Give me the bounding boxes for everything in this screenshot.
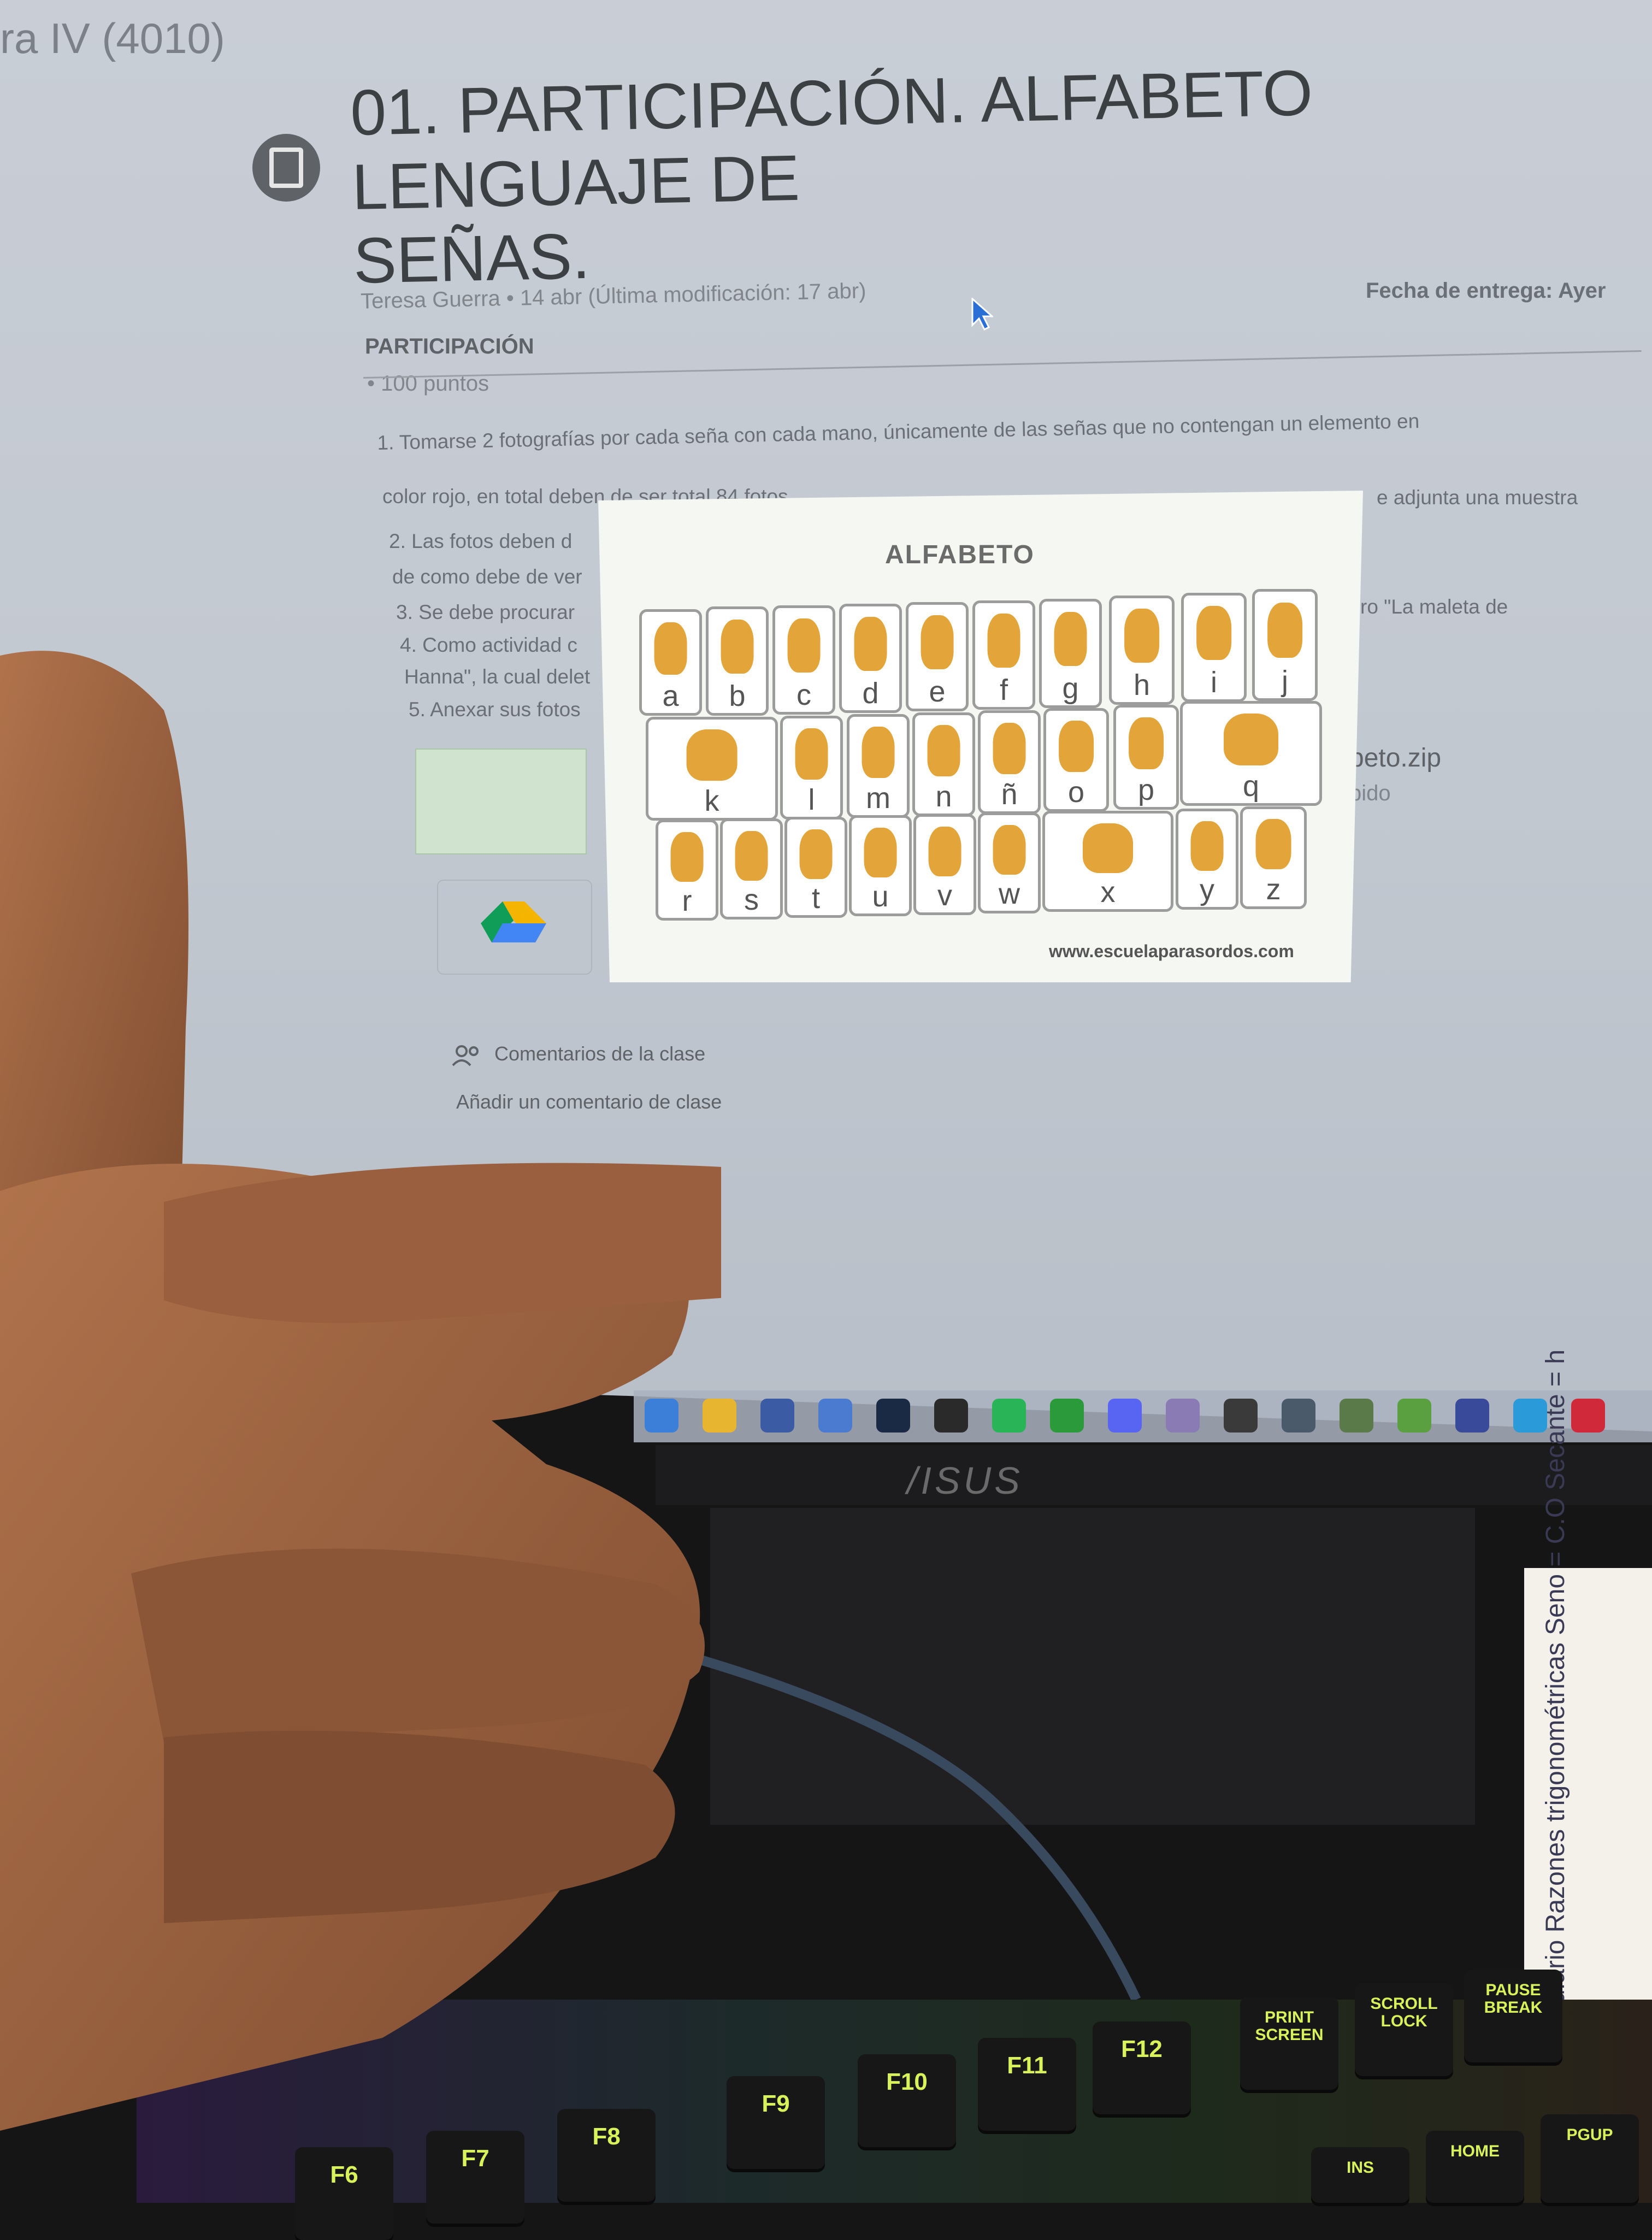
attachment-name[interactable]: beto.zip — [1349, 743, 1441, 773]
store-icon[interactable] — [818, 1399, 852, 1433]
discord-icon[interactable] — [1108, 1399, 1142, 1433]
key-f11[interactable]: F11 — [978, 2038, 1076, 2131]
sign-letter: q — [1242, 770, 1260, 803]
key-scroll-lock[interactable]: SCROLL LOCK — [1355, 1983, 1453, 2076]
more-options-icon[interactable]: ⋮ — [1633, 109, 1652, 167]
sign-letter: z — [1266, 873, 1281, 906]
sign-card-enye: ñ — [978, 710, 1041, 814]
sign-card-g: g — [1039, 599, 1102, 708]
key-page-up[interactable]: PGUP — [1541, 2114, 1639, 2203]
sign-letter: l — [808, 783, 815, 816]
monitor-app-icon[interactable] — [1340, 1399, 1373, 1433]
chart-website: www.escuelaparasordos.com — [1049, 941, 1294, 961]
sign-card-j: j — [1252, 589, 1318, 701]
sign-card-y: y — [1176, 809, 1238, 910]
logitech-icon[interactable] — [1224, 1399, 1258, 1433]
sign-card-x: x — [1042, 811, 1173, 912]
instruction-line: 3. Se debe procurar — [396, 601, 575, 623]
steam-icon[interactable] — [876, 1399, 910, 1433]
chart-title: ALFABETO — [885, 540, 1035, 569]
assignment-title: 01. PARTICIPACIÓN. ALFABETO LENGUAJE DE … — [350, 51, 1556, 299]
sign-letter: e — [929, 675, 946, 708]
instruction-line-right: e adjunta una muestra — [1377, 486, 1578, 509]
spotify-icon[interactable] — [992, 1399, 1026, 1433]
sign-letter: w — [999, 877, 1020, 910]
sign-card-n: n — [912, 712, 975, 816]
sign-letter: j — [1282, 665, 1288, 698]
app-icon[interactable] — [1282, 1399, 1315, 1433]
sign-letter: i — [1211, 666, 1217, 699]
sign-card-v: v — [913, 814, 976, 915]
mouse-cursor-icon — [971, 298, 993, 331]
sign-letter: p — [1137, 774, 1155, 806]
xbox-icon[interactable] — [1050, 1399, 1084, 1433]
sign-letter: n — [935, 780, 952, 813]
sign-card-m: m — [847, 714, 910, 818]
assignment-icon — [252, 134, 320, 202]
due-date: Fecha de entrega: Ayer — [1366, 279, 1606, 303]
key-home[interactable]: HOME — [1426, 2131, 1524, 2203]
sign-letter: s — [744, 883, 759, 916]
sign-letter: f — [999, 674, 1008, 706]
key-f9[interactable]: F9 — [727, 2076, 825, 2169]
sign-card-q: q — [1180, 701, 1322, 806]
monitor-brand-logo: /ISUS — [907, 1459, 1023, 1502]
instruction-line-right: ro "La maleta de — [1360, 596, 1508, 618]
photos-icon[interactable] — [1166, 1399, 1200, 1433]
sign-letter: g — [1062, 672, 1079, 705]
sign-letter: x — [1100, 876, 1116, 909]
sign-card-d: d — [839, 604, 902, 713]
sign-letter: t — [811, 882, 820, 915]
sign-card-u: u — [849, 815, 912, 916]
monitor-bezel — [656, 1445, 1652, 1505]
key-f6[interactable]: F6 — [295, 2147, 393, 2240]
key-f12[interactable]: F12 — [1093, 2021, 1191, 2114]
sign-card-z: z — [1240, 806, 1307, 909]
sign-card-s: s — [720, 818, 783, 919]
key-f10[interactable]: F10 — [858, 2054, 956, 2147]
key-insert[interactable]: INS — [1311, 2147, 1409, 2203]
cable — [665, 1645, 1141, 2002]
sign-letter: d — [862, 677, 879, 710]
sign-card-i: i — [1181, 593, 1247, 702]
category-label: PARTICIPACIÓN — [365, 334, 534, 358]
sign-card-o: o — [1043, 708, 1109, 812]
hand-sign-photo — [0, 651, 721, 2131]
sign-letter: c — [796, 679, 811, 711]
sign-card-p: p — [1113, 705, 1179, 810]
instruction-line: de como debe de ver — [392, 565, 582, 588]
sign-letter: o — [1067, 776, 1085, 809]
assignment-title-line1: 01. PARTICIPACIÓN. ALFABETO LENGUAJE DE — [350, 57, 1314, 223]
sign-letter: m — [866, 782, 890, 815]
sign-card-t: t — [784, 817, 847, 918]
sign-card-w: w — [978, 812, 1041, 913]
red-app-icon[interactable] — [1571, 1399, 1605, 1433]
key-pause-break[interactable]: PAUSE BREAK — [1464, 1970, 1562, 2062]
sign-letter: u — [872, 880, 889, 913]
sign-card-c: c — [772, 605, 835, 715]
sign-letter: h — [1133, 669, 1150, 702]
sign-letter: y — [1200, 874, 1214, 906]
course-code: ra IV (4010) — [0, 14, 225, 62]
sign-letter: ñ — [1001, 778, 1018, 811]
sign-card-e: e — [906, 602, 969, 711]
epic-games-icon[interactable] — [934, 1399, 968, 1433]
sign-card-f: f — [972, 600, 1035, 710]
facebook-icon[interactable] — [760, 1399, 794, 1433]
display-icon[interactable] — [1455, 1399, 1489, 1433]
xbox-bar-icon[interactable] — [1397, 1399, 1431, 1433]
sign-letter: v — [937, 879, 952, 912]
key-f7[interactable]: F7 — [426, 2131, 524, 2224]
sign-card-h: h — [1109, 596, 1175, 705]
sign-card-l: l — [780, 716, 843, 820]
instruction-line: 2. Las fotos deben d — [389, 530, 573, 552]
key-print-screen[interactable]: PRINT SCREEN — [1240, 1997, 1338, 2090]
